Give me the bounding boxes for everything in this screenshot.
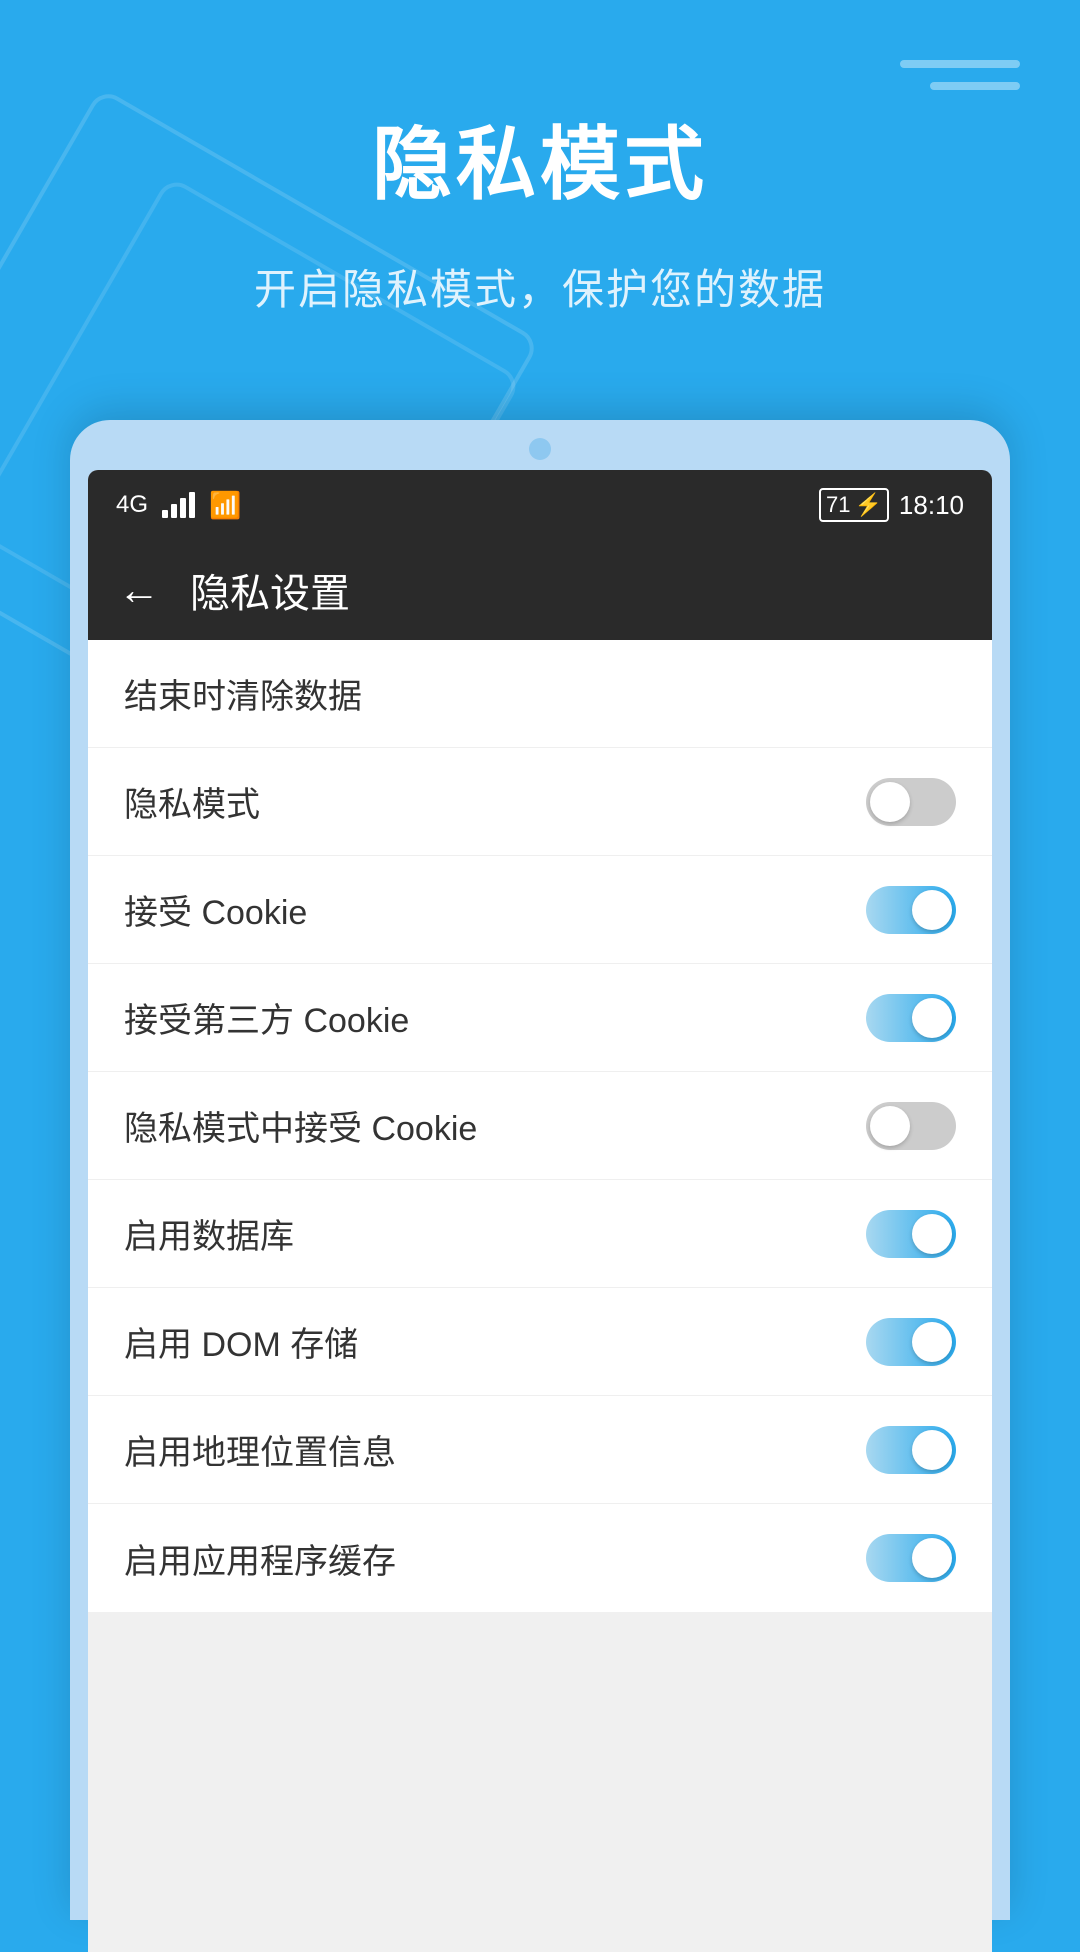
- setting-label-accept-third-cookie: 接受第三方 Cookie: [124, 993, 409, 1042]
- decor-line-1: [900, 60, 1020, 68]
- setting-label-enable-geo: 启用地理位置信息: [124, 1425, 396, 1474]
- header-title: 隐私设置: [190, 561, 350, 619]
- signal-bars: [162, 492, 195, 518]
- setting-label-enable-db: 启用数据库: [124, 1209, 294, 1258]
- signal-bar-1: [162, 510, 168, 518]
- toggle-private-cookie[interactable]: [866, 1102, 956, 1150]
- toggle-knob-privacy-mode: [870, 782, 910, 822]
- setting-item-private-cookie[interactable]: 隐私模式中接受 Cookie: [88, 1072, 992, 1180]
- time-display: 18:10: [899, 490, 964, 521]
- toggle-knob-accept-third-cookie: [912, 998, 952, 1038]
- back-button[interactable]: ←: [118, 566, 160, 614]
- wifi-icon: 📶: [209, 490, 241, 521]
- battery-indicator: 71 ⚡: [819, 488, 889, 522]
- signal-bar-2: [171, 504, 177, 518]
- page-subtitle: 开启隐私模式，保护您的数据: [0, 256, 1080, 317]
- decorative-lines: [900, 60, 1020, 90]
- toggle-enable-db[interactable]: [866, 1210, 956, 1258]
- setting-item-enable-geo[interactable]: 启用地理位置信息: [88, 1396, 992, 1504]
- status-bar: 4G 📶 71 ⚡ 18:10: [88, 470, 992, 540]
- setting-item-privacy-mode[interactable]: 隐私模式: [88, 748, 992, 856]
- toggle-privacy-mode[interactable]: [866, 778, 956, 826]
- status-right: 71 ⚡ 18:10: [819, 488, 964, 522]
- toggle-enable-dom[interactable]: [866, 1318, 956, 1366]
- page-title: 隐私模式: [0, 100, 1080, 216]
- setting-label-accept-cookie: 接受 Cookie: [124, 885, 307, 934]
- setting-item-enable-appcache[interactable]: 启用应用程序缓存: [88, 1504, 992, 1612]
- battery-charge-icon: ⚡: [855, 492, 882, 518]
- settings-list: 结束时清除数据隐私模式接受 Cookie 接受第三方 Cookie 隐私模式中接受 …: [88, 640, 992, 1612]
- signal-bar-4: [189, 492, 195, 518]
- toggle-enable-geo[interactable]: [866, 1426, 956, 1474]
- phone-screen: 4G 📶 71 ⚡ 18:10 ← 隐私设置: [88, 470, 992, 1952]
- toggle-accept-cookie[interactable]: [866, 886, 956, 934]
- toggle-knob-private-cookie: [870, 1106, 910, 1146]
- camera-dot: [529, 438, 551, 460]
- setting-item-enable-db[interactable]: 启用数据库: [88, 1180, 992, 1288]
- toggle-knob-accept-cookie: [912, 890, 952, 930]
- phone-frame: 4G 📶 71 ⚡ 18:10 ← 隐私设置: [70, 420, 1010, 1920]
- setting-item-accept-cookie[interactable]: 接受 Cookie: [88, 856, 992, 964]
- status-left: 4G 📶: [116, 490, 241, 521]
- setting-item-clear-data: 结束时清除数据: [88, 640, 992, 748]
- title-section: 隐私模式 开启隐私模式，保护您的数据: [0, 100, 1080, 317]
- setting-label-enable-dom: 启用 DOM 存储: [124, 1317, 358, 1366]
- battery-level: 71: [826, 492, 850, 518]
- signal-bar-3: [180, 498, 186, 518]
- setting-label-enable-appcache: 启用应用程序缓存: [124, 1534, 396, 1583]
- toggle-knob-enable-dom: [912, 1322, 952, 1362]
- setting-item-accept-third-cookie[interactable]: 接受第三方 Cookie: [88, 964, 992, 1072]
- toggle-accept-third-cookie[interactable]: [866, 994, 956, 1042]
- toggle-knob-enable-db: [912, 1214, 952, 1254]
- toggle-enable-appcache[interactable]: [866, 1534, 956, 1582]
- toggle-knob-enable-geo: [912, 1430, 952, 1470]
- toggle-knob-enable-appcache: [912, 1538, 952, 1578]
- network-indicator: 4G: [116, 491, 148, 519]
- app-header: ← 隐私设置: [88, 540, 992, 640]
- decor-line-2: [930, 82, 1020, 90]
- setting-label-private-cookie: 隐私模式中接受 Cookie: [124, 1101, 477, 1150]
- setting-label-privacy-mode: 隐私模式: [124, 777, 260, 826]
- setting-item-enable-dom[interactable]: 启用 DOM 存储: [88, 1288, 992, 1396]
- setting-label-clear-data: 结束时清除数据: [124, 669, 362, 718]
